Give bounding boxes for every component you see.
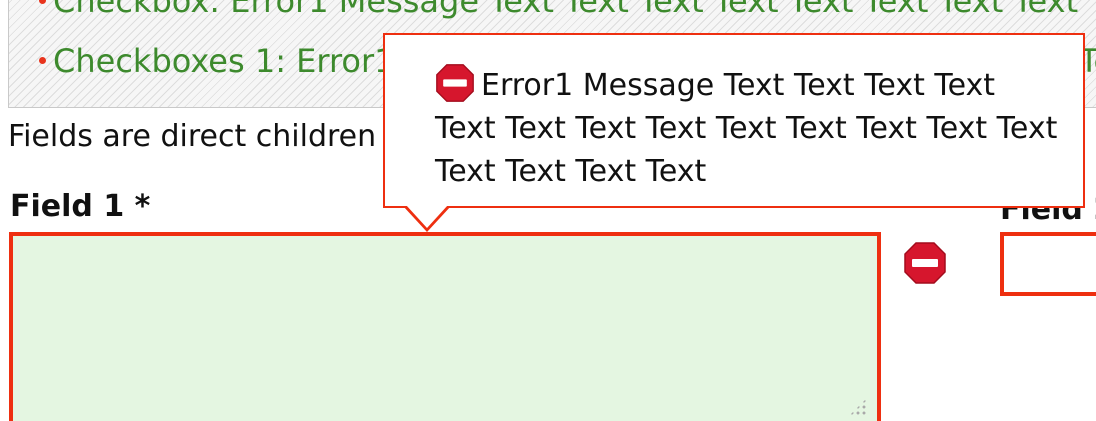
error-summary-link-checkbox[interactable]: Checkbox: Error1 Message Text Text Text … bbox=[39, 0, 1096, 17]
field-1-label: Field 1 * bbox=[10, 189, 151, 224]
page: Checkbox: Error1 Message Text Text Text … bbox=[0, 0, 1096, 421]
error-tooltip-text: Error1 Message Text Text Text Text Text … bbox=[435, 68, 1058, 189]
error-tooltip: Error1 Message Text Text Text Text Text … bbox=[383, 33, 1085, 208]
tooltip-arrow-fill bbox=[406, 205, 448, 228]
field-2-input[interactable] bbox=[1000, 232, 1096, 296]
error-tooltip-message: Error1 Message Text Text Text Text Text … bbox=[435, 63, 1065, 193]
field-1-textarea[interactable] bbox=[9, 232, 881, 421]
error-stop-icon[interactable] bbox=[903, 241, 947, 285]
bullet-icon bbox=[39, 56, 46, 64]
error-summary-link-label: Checkbox: Error1 Message Text Text Text … bbox=[53, 0, 1096, 20]
bullet-icon bbox=[39, 0, 46, 4]
error-stop-icon bbox=[436, 64, 474, 102]
resize-grip-icon[interactable] bbox=[849, 398, 867, 416]
